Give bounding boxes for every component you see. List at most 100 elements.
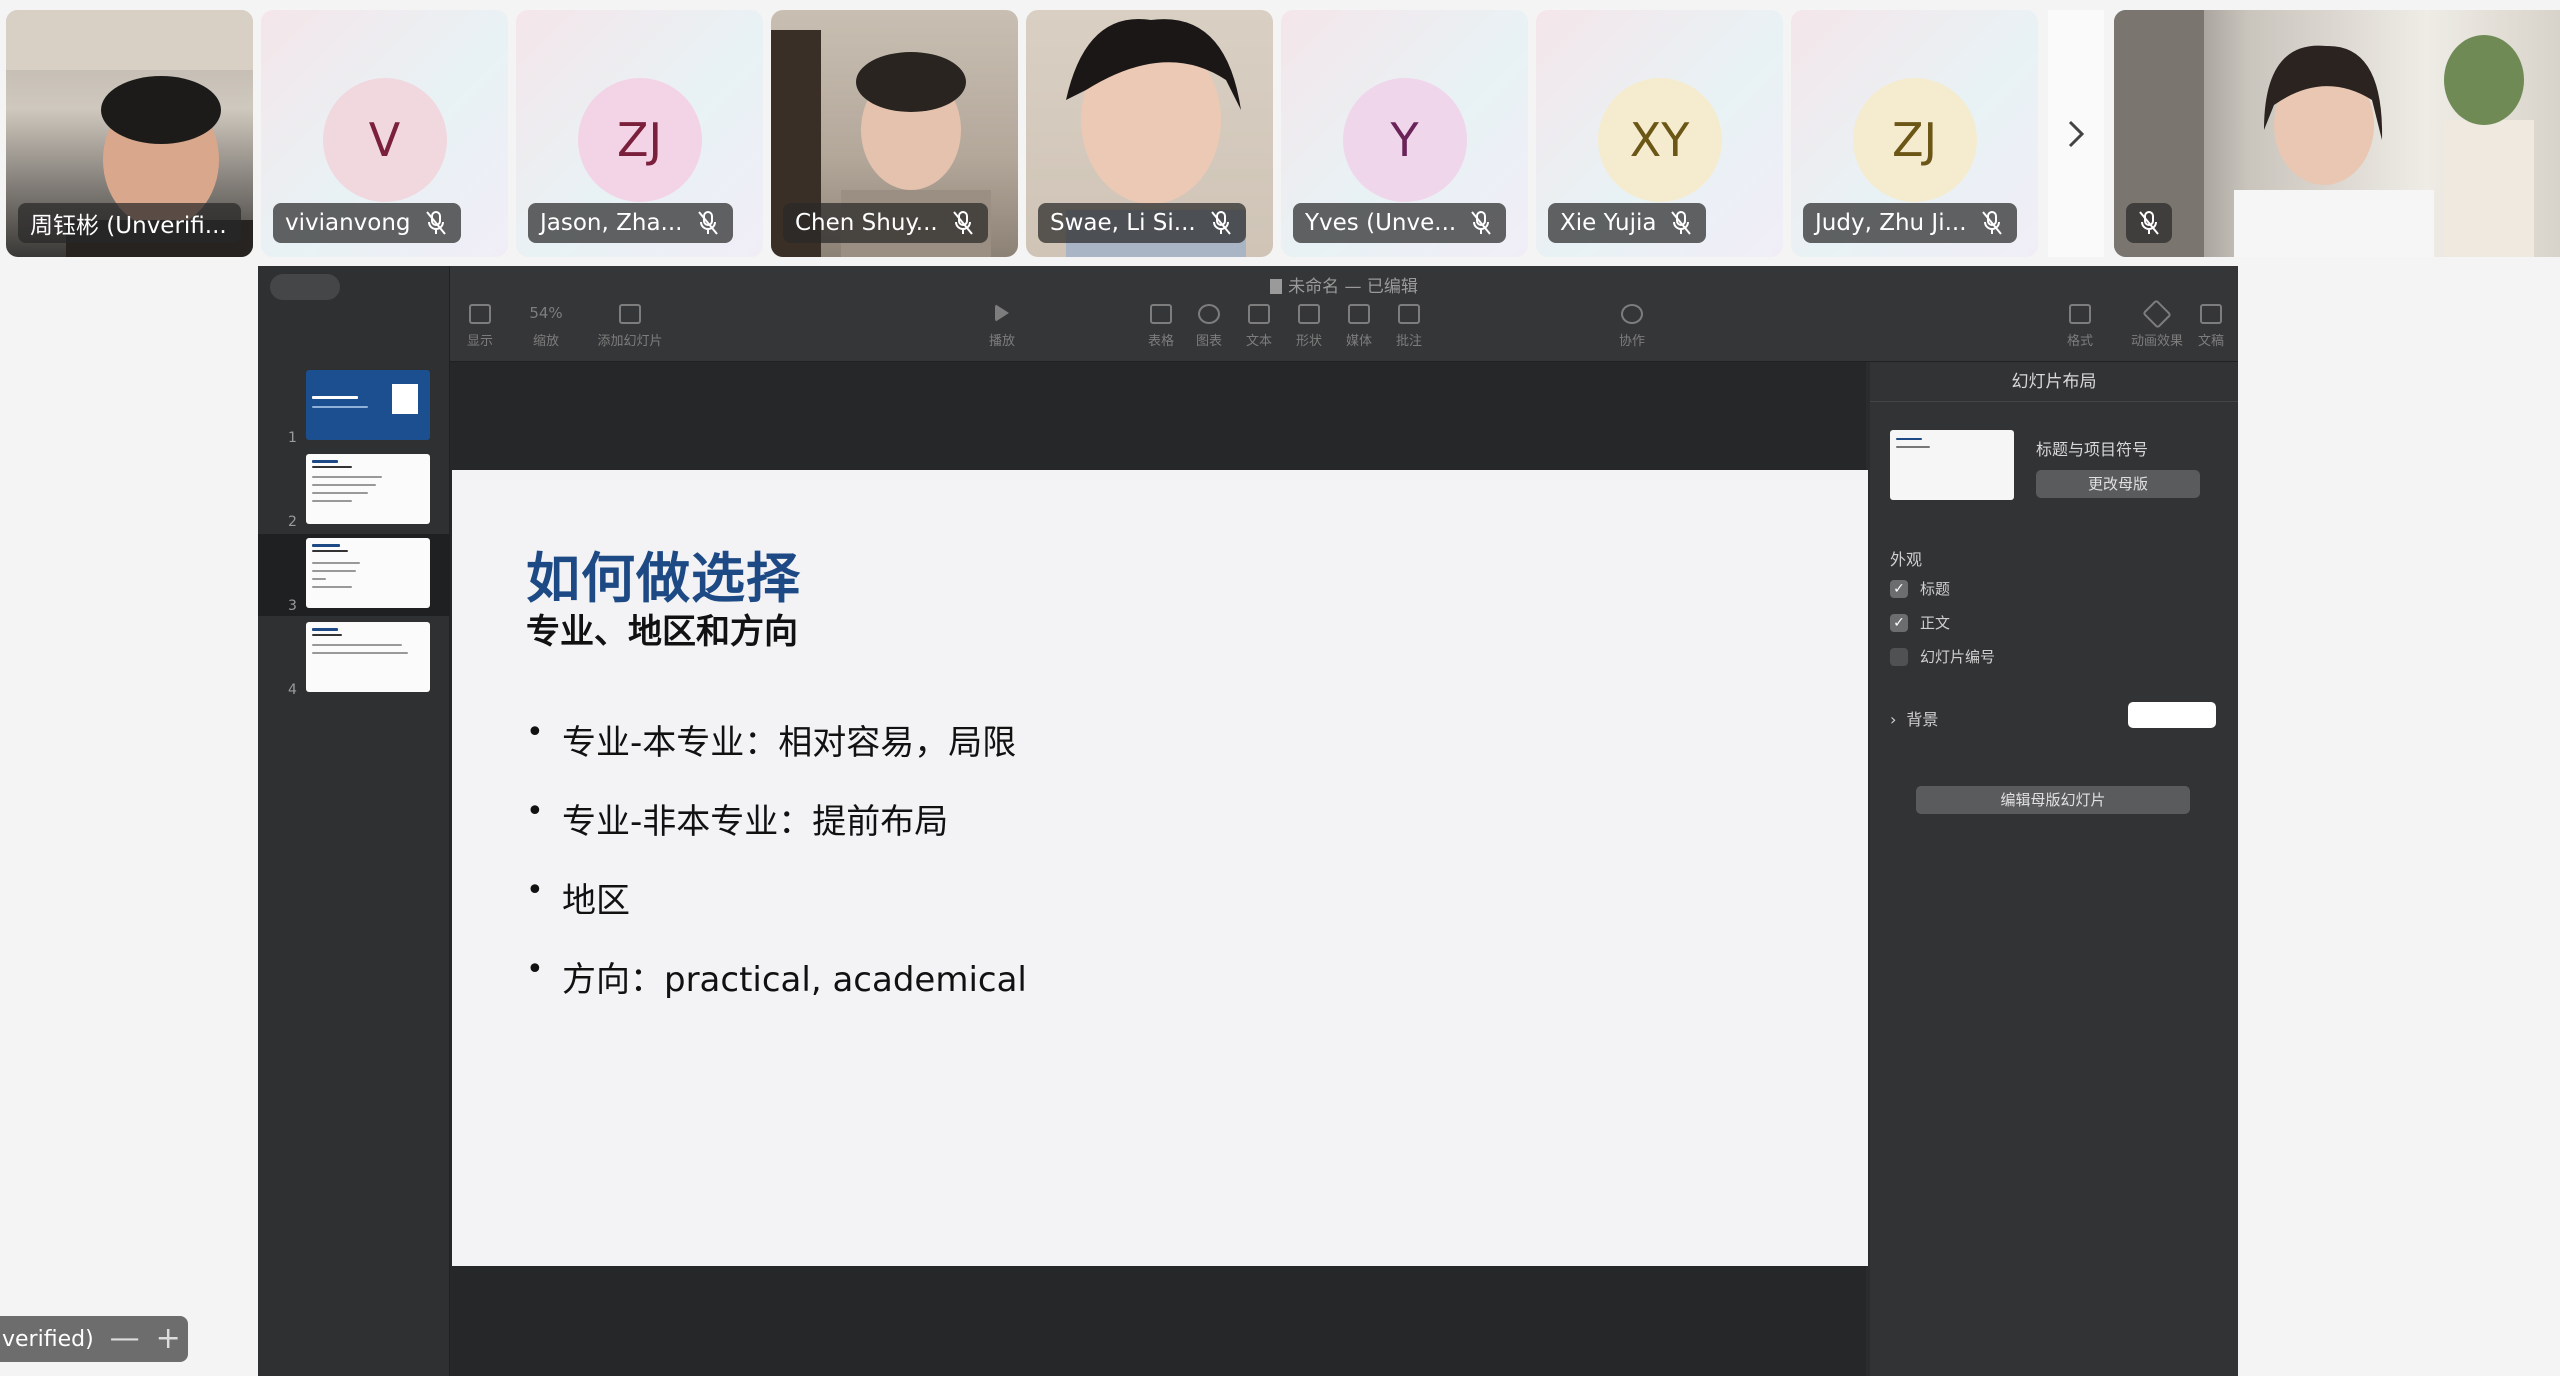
participant-tile[interactable]: Y Yves (Unve... <box>1281 10 1528 257</box>
appearance-label: 外观 <box>1890 550 1923 569</box>
participant-tile[interactable]: ZJ Jason, Zha... <box>516 10 763 257</box>
participant-name: Judy, Zhu Ji... <box>1815 210 1967 236</box>
body-checkbox[interactable]: ✓ <box>1890 613 1908 632</box>
slide-title[interactable]: 如何做选择 <box>526 534 801 613</box>
title-checkbox-row[interactable]: ✓ 标题 <box>1890 578 1950 599</box>
participant-name: Swae, Li Si... <box>1050 210 1196 236</box>
shared-screen: 1 2 3 4 未命名 — 已编辑 显示 54% 缩放 添加幻灯片 播放 表格 … <box>258 266 2238 1376</box>
background-disclosure[interactable]: › 背景 <box>1890 706 1938 730</box>
add-slide-icon <box>619 304 641 324</box>
avatar: V <box>322 78 447 202</box>
slide-canvas: 如何做选择 专业、地区和方向 • 专业-本专业：相对容易，局限 • 专业-非本专业：… <box>450 362 1868 1376</box>
slide-thumbnail-image <box>306 454 430 524</box>
bullet-item: • 方向：practical, academical <box>526 952 1027 1000</box>
document-button[interactable]: 文稿 <box>2186 304 2236 349</box>
participant-tile[interactable]: ZJ Judy, Zhu Ji... <box>1791 10 2038 257</box>
slide-thumbnail-2[interactable]: 2 <box>258 450 450 532</box>
mic-muted-icon <box>1981 211 2002 235</box>
slide-thumbnail-1[interactable]: 1 <box>258 366 450 448</box>
table-button[interactable]: 表格 <box>1138 304 1184 349</box>
slide-thumbnail-image <box>306 538 430 608</box>
bullet-item: • 专业-非本专业：提前布局 <box>526 794 949 842</box>
view-button[interactable]: 显示 <box>450 304 510 349</box>
animate-icon <box>2142 299 2172 329</box>
format-button[interactable]: 格式 <box>2050 304 2110 349</box>
collaborate-button[interactable]: 协作 <box>1602 304 1662 349</box>
keynote-toolbar: 未命名 — 已编辑 显示 54% 缩放 添加幻灯片 播放 表格 图表 文本 形状 … <box>450 266 2238 362</box>
media-button[interactable]: 媒体 <box>1336 304 1382 349</box>
format-inspector: 幻灯片布局 标题与项目符号 更改母版 外观 ✓ 标题 ✓ 正文 幻灯片编号 › 背… <box>1870 362 2238 1376</box>
slide-number-checkbox-row[interactable]: 幻灯片编号 <box>1890 646 1995 667</box>
participant-tile[interactable]: Chen Shuy... <box>771 10 1018 257</box>
background-color-well[interactable] <box>2128 702 2216 728</box>
table-icon <box>1150 304 1172 324</box>
slide-number-checkbox[interactable] <box>1890 647 1908 666</box>
title-checkbox[interactable]: ✓ <box>1890 579 1908 598</box>
body-checkbox-row[interactable]: ✓ 正文 <box>1890 612 1950 633</box>
mic-muted-icon <box>1671 211 1692 235</box>
shape-button[interactable]: 形状 <box>1286 304 1332 349</box>
slide-thumbnail-4[interactable]: 4 <box>258 618 450 700</box>
mic-muted-icon <box>425 211 446 235</box>
participant-tile[interactable]: V vivianvong <box>261 10 508 257</box>
participant-tile[interactable]: Swae, Li Si... <box>1026 10 1273 257</box>
inspector-header: 幻灯片布局 <box>1870 362 2238 402</box>
minimize-button[interactable]: — <box>110 1324 140 1354</box>
comment-icon <box>1398 304 1420 324</box>
document-inspector-icon <box>2200 304 2222 324</box>
slide-number: 3 <box>288 598 297 614</box>
bullet-item: • 地区 <box>526 873 630 921</box>
participant-tile[interactable] <box>2114 10 2560 257</box>
participant-video <box>2114 10 2534 257</box>
participant-name-tag <box>2126 203 2172 243</box>
bullet-icon: • <box>526 715 544 750</box>
comment-button[interactable]: 批注 <box>1386 304 1432 349</box>
layout-name: 标题与项目符号 <box>2036 440 2149 459</box>
change-master-button[interactable]: 更改母版 <box>2036 470 2200 498</box>
bullet-item: • 专业-本专业：相对容易，局限 <box>526 715 1017 763</box>
expand-button[interactable]: + <box>156 1324 181 1354</box>
slide-subtitle[interactable]: 专业、地区和方向 <box>526 604 798 653</box>
participant-tile[interactable]: XY Xie Yujia <box>1536 10 1783 257</box>
text-icon <box>1248 304 1270 324</box>
next-page-button[interactable] <box>2048 10 2104 257</box>
slide-thumbnail-3[interactable]: 3 <box>258 534 450 616</box>
edit-master-slide-button[interactable]: 编辑母版幻灯片 <box>1916 786 2190 814</box>
mic-muted-icon <box>1471 211 1491 235</box>
bullet-icon: • <box>526 794 544 829</box>
text-button[interactable]: 文本 <box>1236 304 1282 349</box>
window-controls[interactable] <box>270 274 340 300</box>
participant-name: 周钰彬 (Unverifi... <box>30 213 227 239</box>
mic-muted-icon <box>1210 211 1231 235</box>
layout-thumbnail[interactable] <box>1890 430 2014 500</box>
participant-name-tag: vivianvong <box>273 203 461 243</box>
bullet-icon: • <box>526 952 544 987</box>
collaborate-icon <box>1621 304 1643 324</box>
slide-number: 1 <box>288 430 297 446</box>
self-view-minibar: verified) — + <box>0 1316 188 1362</box>
zoom-value: 54% <box>529 304 563 322</box>
slide-number: 4 <box>288 682 297 698</box>
media-icon <box>1348 304 1370 324</box>
slide-bullet-list[interactable]: • 专业-本专业：相对容易，局限 • 专业-非本专业：提前布局 • 地区 • 方向：pr… <box>526 715 1027 1031</box>
chart-icon <box>1198 304 1220 324</box>
mic-muted-icon <box>2139 211 2159 235</box>
zoom-menu[interactable]: 54% 缩放 <box>510 304 582 349</box>
participant-name-tag: Swae, Li Si... <box>1038 203 1246 243</box>
participant-name-tag: Judy, Zhu Ji... <box>1803 203 2017 243</box>
participant-tile[interactable]: 周钰彬 (Unverifi... <box>6 10 253 257</box>
play-button[interactable]: 播放 <box>972 304 1032 349</box>
current-slide[interactable]: 如何做选择 专业、地区和方向 • 专业-本专业：相对容易，局限 • 专业-非本专业：… <box>452 470 1868 1266</box>
self-view-label: verified) <box>2 1326 94 1352</box>
chevron-right-icon: › <box>1890 710 1897 729</box>
participant-name-tag: Jason, Zha... <box>528 203 733 243</box>
participant-name: Jason, Zha... <box>540 210 683 236</box>
participant-name: vivianvong <box>285 210 411 236</box>
chart-button[interactable]: 图表 <box>1186 304 1232 349</box>
participant-name-tag: Yves (Unve... <box>1293 203 1507 243</box>
qr-code-icon <box>392 384 418 414</box>
mic-muted-icon <box>697 211 718 235</box>
animate-button[interactable]: 动画效果 <box>2122 299 2192 349</box>
participant-name: Yves (Unve... <box>1305 210 1457 236</box>
add-slide-button[interactable]: 添加幻灯片 <box>590 304 670 349</box>
